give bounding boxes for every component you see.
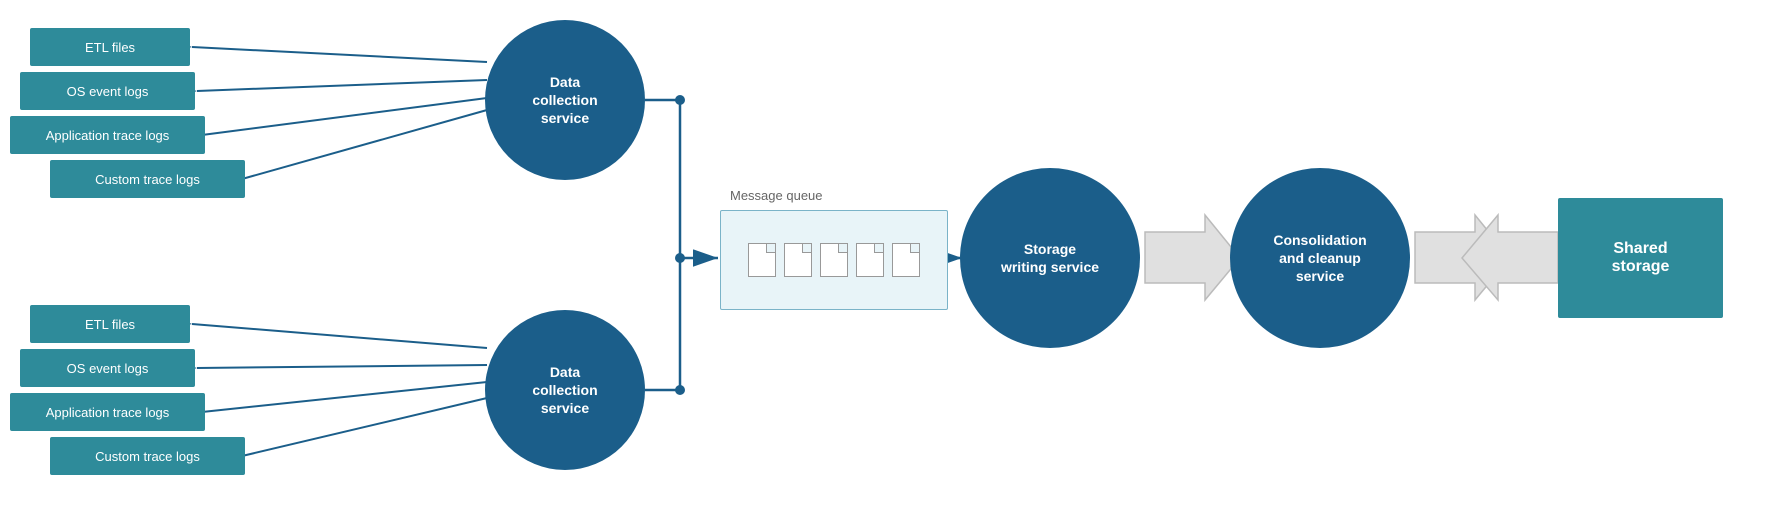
doc-icon-2	[784, 243, 812, 277]
message-queue-box	[720, 210, 948, 310]
doc-icon-1	[748, 243, 776, 277]
message-queue-label: Message queue	[730, 188, 823, 203]
bottom-data-collection-circle: Data collection service	[485, 310, 645, 470]
top-os-event-logs-box: OS event logs	[20, 72, 195, 110]
storage-writing-service-circle: Storage writing service	[960, 168, 1140, 348]
consolidation-circle: Consolidation and cleanup service	[1230, 168, 1410, 348]
doc-icon-4	[856, 243, 884, 277]
shared-storage-box: Shared storage	[1558, 198, 1723, 318]
bottom-etl-files-box: ETL files	[30, 305, 190, 343]
top-app-trace-logs-box: Application trace logs	[10, 116, 205, 154]
document-icons	[746, 243, 922, 277]
top-etl-files-box: ETL files	[30, 28, 190, 66]
doc-icon-5	[892, 243, 920, 277]
top-custom-trace-logs-box: Custom trace logs	[50, 160, 245, 198]
bottom-os-event-logs-box: OS event logs	[20, 349, 195, 387]
bottom-custom-trace-logs-box: Custom trace logs	[50, 437, 245, 475]
bottom-app-trace-logs-box: Application trace logs	[10, 393, 205, 431]
top-data-collection-circle: Data collection service	[485, 20, 645, 180]
doc-icon-3	[820, 243, 848, 277]
architecture-diagram: ETL files OS event logs Application trac…	[0, 0, 1771, 516]
